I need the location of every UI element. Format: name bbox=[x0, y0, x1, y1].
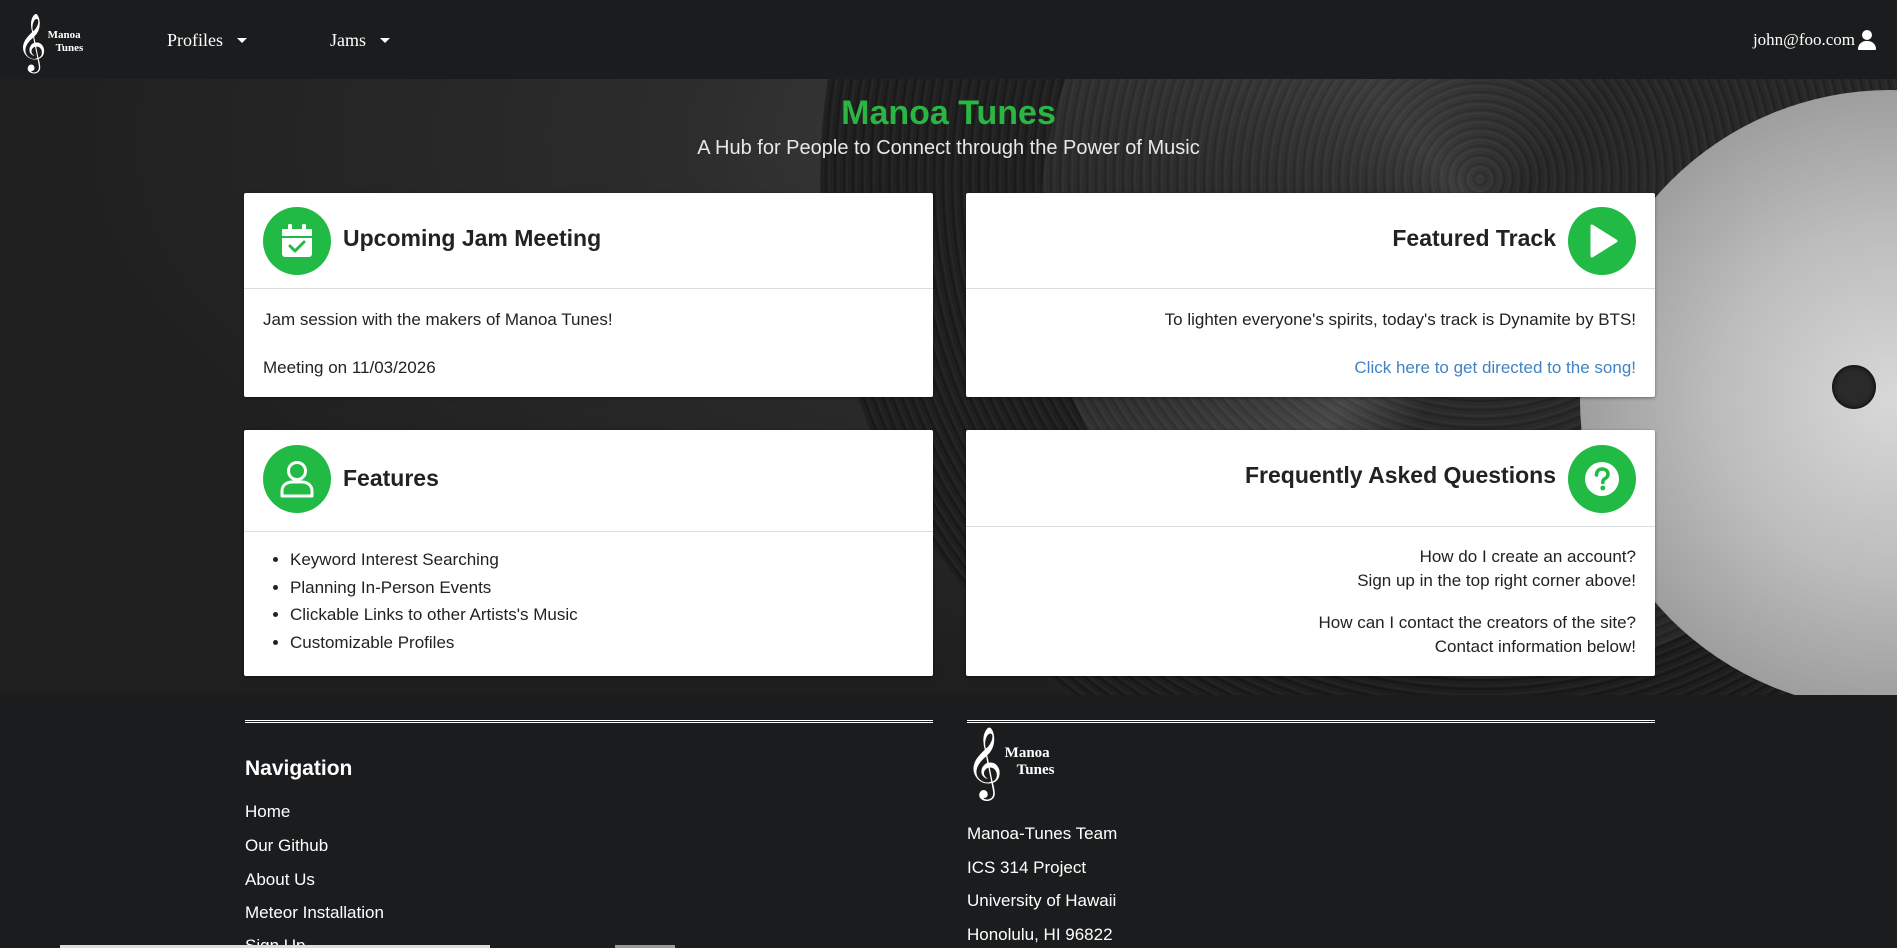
site-logo[interactable]: 𝄞 Manoa Tunes bbox=[17, 13, 89, 71]
list-item: Customizable Profiles bbox=[290, 629, 914, 657]
footer-city: Honolulu, HI 96822 bbox=[967, 925, 1113, 944]
card-body: Jam session with the makers of Manoa Tun… bbox=[244, 289, 933, 379]
features-list: Keyword Interest Searching Planning In-P… bbox=[290, 546, 914, 656]
user-icon bbox=[1857, 30, 1877, 50]
faq-card-title: Frequently Asked Questions bbox=[1245, 462, 1556, 488]
list-item: Planning In-Person Events bbox=[290, 574, 914, 602]
footer-team: Manoa-Tunes Team bbox=[967, 824, 1118, 843]
footer-divider-left bbox=[245, 720, 933, 723]
hero-subtitle: A Hub for People to Connect through the … bbox=[697, 137, 1200, 159]
top-navbar: 𝄞 Manoa Tunes Profiles Jams john@foo.com bbox=[0, 0, 1897, 79]
card-header: Featured Track bbox=[966, 193, 1655, 289]
jam-meeting-card: Upcoming Jam Meeting Jam session with th… bbox=[244, 193, 933, 397]
featured-track-card: Featured Track To lighten everyone's spi… bbox=[966, 193, 1655, 397]
footer-link-about[interactable]: About Us bbox=[245, 870, 315, 890]
profiles-dropdown[interactable]: Profiles bbox=[167, 30, 247, 51]
play-icon[interactable] bbox=[1568, 207, 1636, 275]
footer-link-home[interactable]: Home bbox=[245, 802, 290, 822]
dropdown-caret-icon bbox=[380, 38, 390, 43]
track-description: To lighten everyone's spirits, today's t… bbox=[1164, 310, 1636, 329]
footer-project: ICS 314 Project bbox=[967, 858, 1087, 877]
hero-title: Manoa Tunes bbox=[841, 94, 1056, 132]
list-item: Keyword Interest Searching bbox=[290, 546, 914, 574]
user-outline-icon bbox=[263, 445, 331, 513]
card-body: To lighten everyone's spirits, today's t… bbox=[966, 289, 1655, 379]
track-card-title: Featured Track bbox=[1392, 225, 1556, 251]
card-header: Features bbox=[244, 430, 933, 532]
vinyl-spindle bbox=[1832, 365, 1876, 409]
jam-date: Meeting on 11/03/2026 bbox=[263, 358, 436, 377]
calendar-check-icon bbox=[263, 207, 331, 275]
faq-question-1: How do I create an account? bbox=[1419, 547, 1636, 566]
card-body: Keyword Interest Searching Planning In-P… bbox=[244, 532, 933, 656]
card-header: Upcoming Jam Meeting bbox=[244, 193, 933, 289]
footer: Navigation Home Our Github About Us Mete… bbox=[0, 695, 1897, 948]
user-menu[interactable]: john@foo.com bbox=[1753, 30, 1877, 50]
list-item: Clickable Links to other Artists's Music bbox=[290, 601, 914, 629]
jams-label: Jams bbox=[330, 30, 366, 50]
faq-card: Frequently Asked Questions How do I crea… bbox=[966, 430, 1655, 676]
jams-dropdown[interactable]: Jams bbox=[330, 30, 390, 51]
profiles-label: Profiles bbox=[167, 30, 223, 50]
question-circle-icon bbox=[1568, 445, 1636, 513]
footer-university: University of Hawaii bbox=[967, 891, 1117, 910]
card-header: Frequently Asked Questions bbox=[966, 430, 1655, 527]
logo-line2: Tunes bbox=[55, 42, 84, 54]
jam-description: Jam session with the makers of Manoa Tun… bbox=[263, 310, 613, 329]
logo-text: Manoa Tunes bbox=[48, 29, 84, 55]
hero-section: Manoa Tunes A Hub for People to Connect … bbox=[0, 79, 1897, 695]
treble-clef-icon: 𝄞 bbox=[966, 725, 1003, 798]
footer-divider-right bbox=[967, 720, 1655, 723]
footer-link-meteor[interactable]: Meteor Installation bbox=[245, 903, 384, 923]
faq-answer-1: Sign up in the top right corner above! bbox=[1357, 571, 1636, 590]
song-link[interactable]: Click here to get directed to the song! bbox=[985, 357, 1636, 379]
footer-logo-text: Manoa Tunes bbox=[1005, 745, 1055, 779]
footer-nav-heading: Navigation bbox=[245, 757, 353, 780]
treble-clef-icon: 𝄞 bbox=[17, 13, 47, 71]
footer-link-github[interactable]: Our Github bbox=[245, 836, 328, 856]
features-card-title: Features bbox=[343, 465, 439, 491]
features-card: Features Keyword Interest Searching Plan… bbox=[244, 430, 933, 676]
logo-line1: Manoa bbox=[47, 29, 81, 41]
footer-logo-line2: Tunes bbox=[1016, 762, 1055, 778]
faq-question-2: How can I contact the creators of the si… bbox=[1318, 613, 1637, 632]
jam-card-title: Upcoming Jam Meeting bbox=[343, 225, 602, 251]
faq-answer-2: Contact information below! bbox=[1434, 637, 1636, 656]
card-body: How do I create an account? Sign up in t… bbox=[966, 527, 1655, 659]
footer-logo: 𝄞 Manoa Tunes bbox=[966, 731, 1054, 793]
dropdown-caret-icon bbox=[237, 38, 247, 43]
footer-logo-line1: Manoa bbox=[1004, 745, 1050, 761]
user-email: john@foo.com bbox=[1752, 30, 1855, 49]
